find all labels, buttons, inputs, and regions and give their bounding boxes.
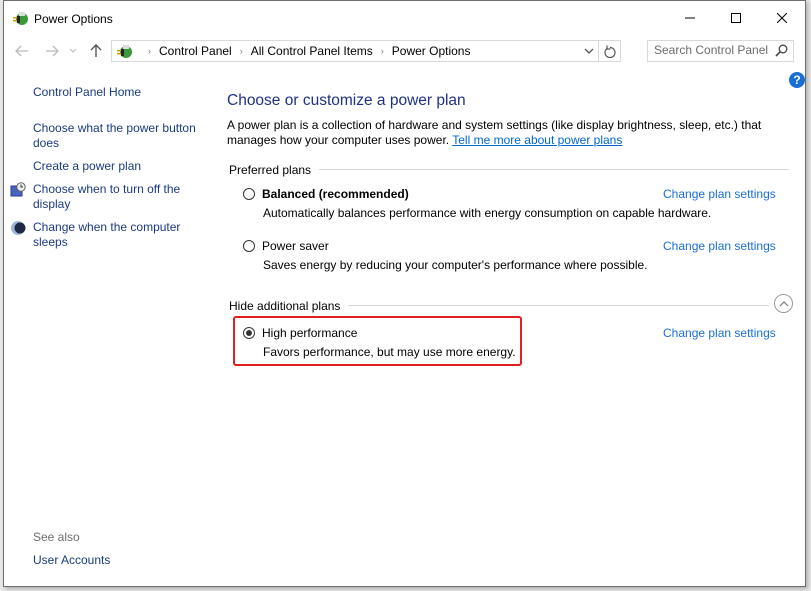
plan-description: Saves energy by reducing your computer's… — [263, 258, 648, 272]
forward-arrow-icon — [46, 45, 59, 57]
search-box[interactable] — [647, 40, 794, 62]
breadcrumb-control-panel[interactable]: Control Panel — [159, 44, 232, 58]
refresh-icon — [603, 45, 616, 58]
sidebar-display-off-link[interactable]: Choose when to turn off the display — [33, 182, 213, 212]
up-button[interactable] — [86, 41, 106, 61]
breadcrumb-all-items[interactable]: All Control Panel Items — [251, 44, 373, 58]
additional-plans-group: Hide additional plans — [229, 298, 769, 313]
divider — [348, 305, 769, 306]
minimize-icon — [685, 17, 695, 19]
chevron-up-icon — [779, 300, 788, 306]
see-also-label: See also — [33, 530, 80, 544]
learn-more-link[interactable]: Tell me more about power plans — [452, 133, 622, 147]
control-panel-icon — [117, 45, 132, 58]
collapse-plans-button[interactable] — [774, 294, 793, 313]
close-icon — [777, 13, 787, 23]
search-icon — [775, 44, 788, 57]
window-title: Power Options — [34, 12, 113, 26]
minimize-button[interactable] — [667, 1, 713, 35]
chevron-down-icon — [584, 48, 594, 54]
breadcrumb-power-options[interactable]: Power Options — [392, 44, 471, 58]
preferred-plans-group: Preferred plans — [229, 162, 789, 177]
maximize-button[interactable] — [713, 1, 759, 35]
plan-name[interactable]: Balanced (recommended) — [262, 187, 409, 201]
page-description: A power plan is a collection of hardware… — [227, 118, 767, 148]
highlight-annotation-box — [233, 316, 522, 366]
sidebar-control-panel-home[interactable]: Control Panel Home — [33, 85, 213, 100]
refresh-button[interactable] — [598, 41, 620, 61]
help-icon[interactable]: ? — [789, 72, 805, 88]
sidebar-power-button-link[interactable]: Choose what the power button does — [33, 121, 213, 151]
page-title: Choose or customize a power plan — [227, 92, 466, 109]
chevron-down-icon — [69, 48, 77, 53]
breadcrumb-separator-icon[interactable]: › — [148, 46, 151, 56]
recent-locations-button[interactable] — [66, 41, 80, 61]
maximize-icon — [731, 13, 741, 23]
sleep-moon-icon — [11, 221, 26, 235]
radio-balanced[interactable] — [243, 188, 255, 200]
sidebar-create-plan-link[interactable]: Create a power plan — [33, 159, 213, 174]
back-button[interactable] — [12, 41, 32, 61]
power-options-window: Power Options › Control Panel › All Cont… — [3, 0, 806, 587]
power-options-icon — [13, 12, 28, 25]
up-arrow-icon — [90, 44, 102, 57]
sidebar-sleep-link[interactable]: Change when the computer sleeps — [33, 220, 213, 250]
search-input[interactable] — [654, 43, 769, 57]
change-plan-settings-power-saver[interactable]: Change plan settings — [663, 239, 776, 253]
plan-description: Automatically balances performance with … — [263, 206, 712, 220]
breadcrumb-separator-icon[interactable]: › — [381, 46, 384, 56]
breadcrumb-separator-icon[interactable]: › — [240, 46, 243, 56]
title-bar: Power Options — [4, 1, 805, 35]
divider — [319, 169, 789, 170]
forward-button[interactable] — [42, 41, 62, 61]
navigation-bar: › Control Panel › All Control Panel Item… — [4, 37, 805, 67]
address-bar[interactable]: › Control Panel › All Control Panel Item… — [111, 40, 621, 62]
display-clock-icon — [10, 182, 26, 197]
breadcrumb: › Control Panel › All Control Panel Item… — [140, 44, 470, 58]
user-accounts-link[interactable]: User Accounts — [33, 553, 110, 567]
close-button[interactable] — [759, 1, 805, 35]
change-plan-settings-balanced[interactable]: Change plan settings — [663, 187, 776, 201]
plan-name[interactable]: Power saver — [262, 239, 329, 253]
back-arrow-icon — [15, 45, 28, 57]
preferred-plans-label: Preferred plans — [229, 162, 312, 177]
address-dropdown-button[interactable] — [580, 41, 598, 61]
hide-additional-plans-label[interactable]: Hide additional plans — [229, 299, 340, 313]
radio-power-saver[interactable] — [243, 240, 255, 252]
change-plan-settings-high-performance[interactable]: Change plan settings — [663, 326, 776, 340]
